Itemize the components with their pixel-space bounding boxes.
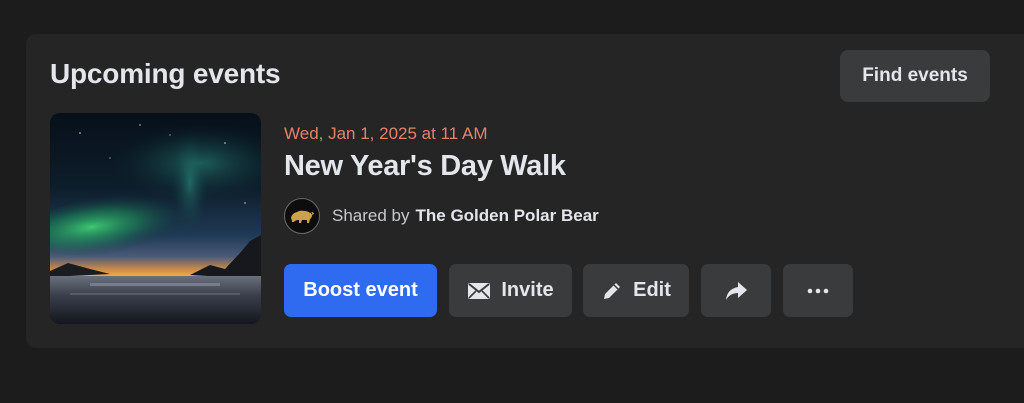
- event-cover-image[interactable]: [50, 113, 261, 324]
- shared-by-prefix: Shared by: [332, 206, 410, 225]
- polar-bear-icon: [291, 210, 314, 223]
- event-date: Wed, Jan 1, 2025 at 11 AM: [284, 124, 488, 143]
- more-options-button[interactable]: [783, 264, 853, 317]
- upcoming-events-card: Upcoming events Find events Wed, Jan 1, …: [26, 34, 1024, 348]
- shared-by-row: Shared by The Golden Polar Bear: [284, 198, 599, 234]
- edit-button[interactable]: Edit: [583, 264, 689, 317]
- pencil-icon: [601, 280, 623, 302]
- boost-event-button[interactable]: Boost event: [284, 264, 437, 317]
- section-title: Upcoming events: [50, 58, 281, 89]
- envelope-icon: [467, 282, 491, 300]
- shared-by-name[interactable]: The Golden Polar Bear: [416, 206, 599, 226]
- more-dots-icon: [807, 288, 829, 294]
- edit-label: Edit: [633, 279, 671, 301]
- event-title[interactable]: New Year's Day Walk: [284, 150, 566, 183]
- find-events-button[interactable]: Find events: [840, 50, 990, 102]
- invite-button[interactable]: Invite: [449, 264, 572, 317]
- aurora-landscape-image: [50, 113, 261, 324]
- share-arrow-icon: [723, 280, 749, 302]
- golden-polar-bear-avatar[interactable]: [284, 198, 320, 234]
- invite-label: Invite: [501, 279, 554, 301]
- share-button[interactable]: [701, 264, 771, 317]
- boost-event-label: Boost event: [303, 279, 418, 301]
